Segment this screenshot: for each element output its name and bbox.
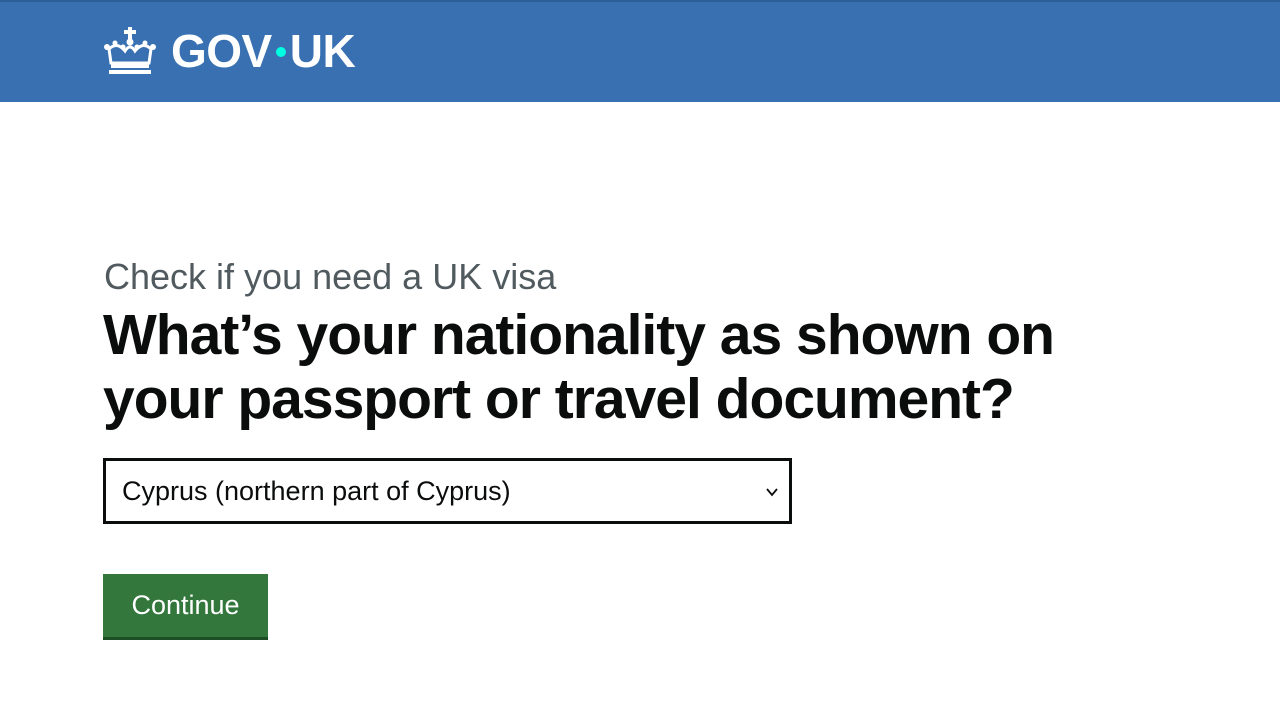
logo-text-uk: UK [289,25,356,77]
page-question-heading: What’s your nationality as shown on your… [103,303,1055,431]
chevron-down-icon [766,488,778,497]
logo-text-gov: GOV [171,25,272,77]
service-caption: Check if you need a UK visa [104,256,557,297]
crown-icon [104,27,156,74]
site-header: GOV UK [0,0,1280,102]
govuk-logo-link[interactable]: GOV UK [103,22,356,80]
nationality-select-value: Cyprus (northern part of Cyprus) [122,475,511,506]
nationality-select[interactable]: Cyprus (northern part of Cyprus) [103,458,792,524]
logo-dot [275,47,286,57]
continue-button[interactable]: Continue [103,574,268,640]
logo-wordmark: GOV UK [171,25,356,77]
